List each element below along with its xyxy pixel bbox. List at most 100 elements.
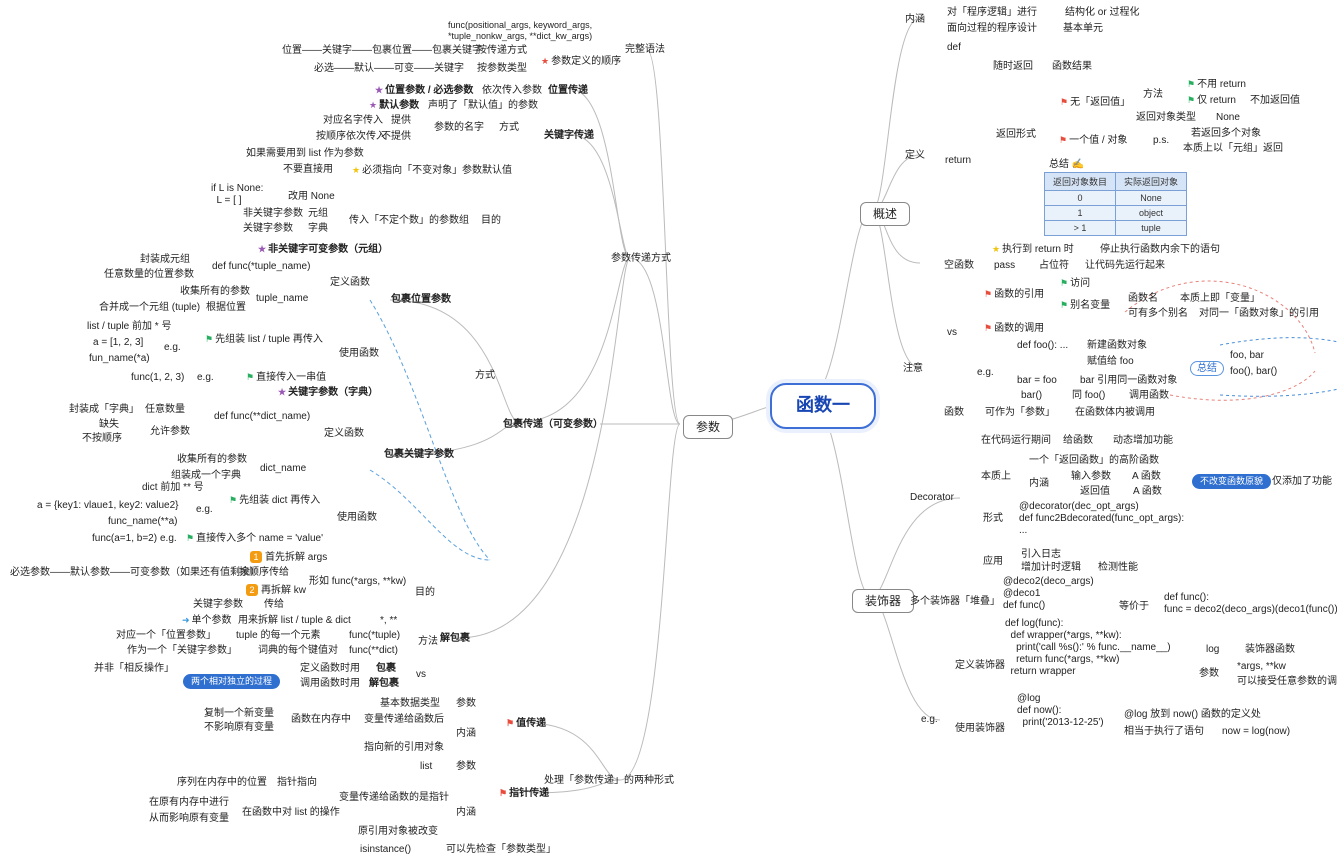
ov-ret-result: 函数结果: [1052, 61, 1092, 73]
flag-green-icon-ov2: [1187, 95, 1195, 106]
deco-eg-args: 参数: [1199, 668, 1219, 680]
flag-green-icon: [205, 334, 213, 345]
unpack-f-dict-b: 作为一个「关键字参数」: [127, 645, 237, 657]
tuple-name: tuple_name: [256, 293, 308, 305]
ov-ret-none-d: 不加返回值: [1250, 95, 1300, 107]
deco-use-a: 引入日志: [1021, 549, 1061, 561]
deco-a: 在代码运行期间: [981, 435, 1051, 447]
branch-parameters[interactable]: 参数: [683, 415, 733, 439]
deco-eg-def: 定义装饰器: [955, 660, 1005, 672]
ov-pass-b: 让代码先运行起来: [1085, 260, 1165, 272]
deco-ess-e: 返回值: [1080, 486, 1110, 498]
use-dict-a: dict 前加 ** 号: [142, 482, 204, 494]
deco-ess-d: A 函数: [1132, 471, 1161, 483]
ov-call-bar2: bar(): [1021, 390, 1042, 402]
ov-call-bar2a: 同 foo(): [1072, 390, 1105, 402]
unpack-star-desc: 用来拆解 list / tuple & dict: [238, 615, 351, 627]
dict-name-b: 组装成一个字典: [171, 470, 241, 482]
deco-eg-use-c: now = log(now): [1222, 726, 1290, 738]
deco-ess-c: 输入参数: [1071, 471, 1111, 483]
ov-conn: 内涵: [905, 14, 925, 26]
use-none: 改用 None: [288, 191, 335, 203]
ov-ret-none-a: 方法: [1143, 89, 1163, 101]
kw-byorder: 按顺序依次传入: [316, 131, 386, 143]
flag-red-icon-ov1: [1060, 97, 1068, 108]
tuple-name-b: 合并成一个元组 (tuple): [99, 302, 200, 314]
ov-call-bar2b: 调用函数: [1129, 390, 1169, 402]
param-passing: 参数传递方式: [611, 253, 671, 265]
flag-red-icon: [506, 718, 514, 729]
star-purple-icon-4: [278, 387, 286, 398]
use-dict-c: func_name(**a): [108, 516, 177, 528]
deco-form: 形式: [983, 513, 1003, 525]
star-yellow-icon: [352, 165, 360, 176]
flag-red-icon-ov3: [984, 289, 992, 300]
ov-ret-exec-desc: 停止执行函数内余下的语句: [1100, 244, 1220, 256]
val-pass: 值传递: [506, 718, 546, 730]
unpack-vs: vs: [416, 669, 426, 681]
use-dict-b: a = {key1: vlaue1, key2: value2}: [37, 500, 179, 512]
param-order: 参数定义的顺序: [541, 56, 621, 68]
unpack-not-reverse: 并非「相反操作」: [94, 663, 174, 675]
ptr-seq: 序列在内存中的位置: [177, 777, 267, 789]
ov-ret-form: 返回形式: [996, 129, 1036, 141]
ptr-param: 参数: [456, 761, 476, 773]
ov-ret-one-b: 本质上以「元组」返回: [1183, 143, 1283, 155]
val-param: 参数: [456, 698, 476, 710]
arrow-blue-icon: [182, 615, 190, 626]
ov-call-bara: 赋值给 foo: [1087, 356, 1134, 368]
branch-overview[interactable]: 概述: [860, 202, 910, 226]
unpack-star: *, **: [380, 615, 397, 627]
ov-def: def: [947, 42, 961, 54]
ov-call-bar: bar = foo: [1017, 375, 1057, 387]
ptr-inner: 内涵: [456, 807, 476, 819]
use-tuple-direct-call: func(1, 2, 3): [131, 372, 184, 384]
default-point: 必须指向「不变对象」: [352, 165, 462, 177]
pack-purpose-kw: 关键字参数: [243, 223, 293, 235]
branch-decorator[interactable]: 装饰器: [852, 589, 914, 613]
deco-ess-b: 内涵: [1029, 478, 1049, 490]
ov-ret-none-b: 不用 return: [1187, 79, 1246, 91]
ov-call-barb: bar 引用同一函数对象: [1080, 375, 1177, 387]
default-param-desc: 声明了「默认值」的参数: [428, 100, 538, 112]
order-chain1: 位置——关键字——包裹位置——包裹关键字: [282, 45, 482, 57]
deco-use-b: 增加计时逻辑: [1021, 562, 1081, 574]
pack-purpose-desc: 传入「不定个数」的参数组: [349, 215, 469, 227]
unpack-kw: 关键字参数: [193, 599, 243, 611]
keyword-pass: 关键字传递: [544, 130, 594, 142]
def-dict-e: 不按顺序: [82, 433, 122, 445]
deco-use: 应用: [983, 556, 1003, 568]
star-yellow-icon-2: [992, 244, 1000, 255]
use-dict-direct-eg-dup: e.g.: [160, 533, 177, 545]
positional-desc: 依次传入参数: [482, 85, 542, 97]
ptr-point: 指针指向: [277, 777, 317, 789]
deco-stack: 多个装饰器「堆叠」: [910, 596, 1000, 608]
unpack-step1: 1首先拆解 args: [250, 551, 327, 564]
def-dict-b: 任意数量: [145, 404, 185, 416]
unpack-method: 方法: [418, 636, 438, 648]
pack: 包裹传递（可变参数）: [503, 419, 603, 431]
star-red-icon: [541, 56, 549, 67]
pack-mode: 方式: [475, 370, 495, 382]
ov-call: 函数的调用: [984, 323, 1044, 335]
ov-alias-b: 本质上即「变量」: [1180, 293, 1260, 305]
ov-ref: 函数的引用: [984, 289, 1044, 301]
def-tuple-b: 任意数量的位置参数: [104, 269, 194, 281]
deco-eg-use-b: 相当于执行了语句: [1124, 726, 1204, 738]
star-purple-icon-2: [369, 100, 377, 111]
deco-b: 给函数: [1063, 435, 1093, 447]
flag-red-icon-2: [499, 788, 507, 799]
ov-call-sum-a: foo, bar: [1230, 350, 1264, 362]
def-dict-a: 封装成「字典」: [69, 404, 139, 416]
use-tuple-a: list / tuple 前加 * 号: [87, 321, 171, 333]
ov-define: 定义: [905, 150, 925, 162]
def-tuple-a: 封装成元组: [140, 254, 190, 266]
kw-mode: 方式: [499, 122, 519, 134]
flag-green-icon-2: [246, 372, 254, 383]
unpack-f-tuple-a: tuple 的每一个元素: [236, 630, 320, 642]
ov-call-sum-tag: 总结: [1190, 363, 1224, 375]
order-mode2: 按参数类型: [477, 63, 527, 75]
use-tuple-c: fun_name(*a): [89, 353, 150, 365]
ov-as-param-a: 可作为「参数」: [985, 407, 1055, 419]
ov-call-def: def foo(): ...: [1017, 340, 1068, 352]
